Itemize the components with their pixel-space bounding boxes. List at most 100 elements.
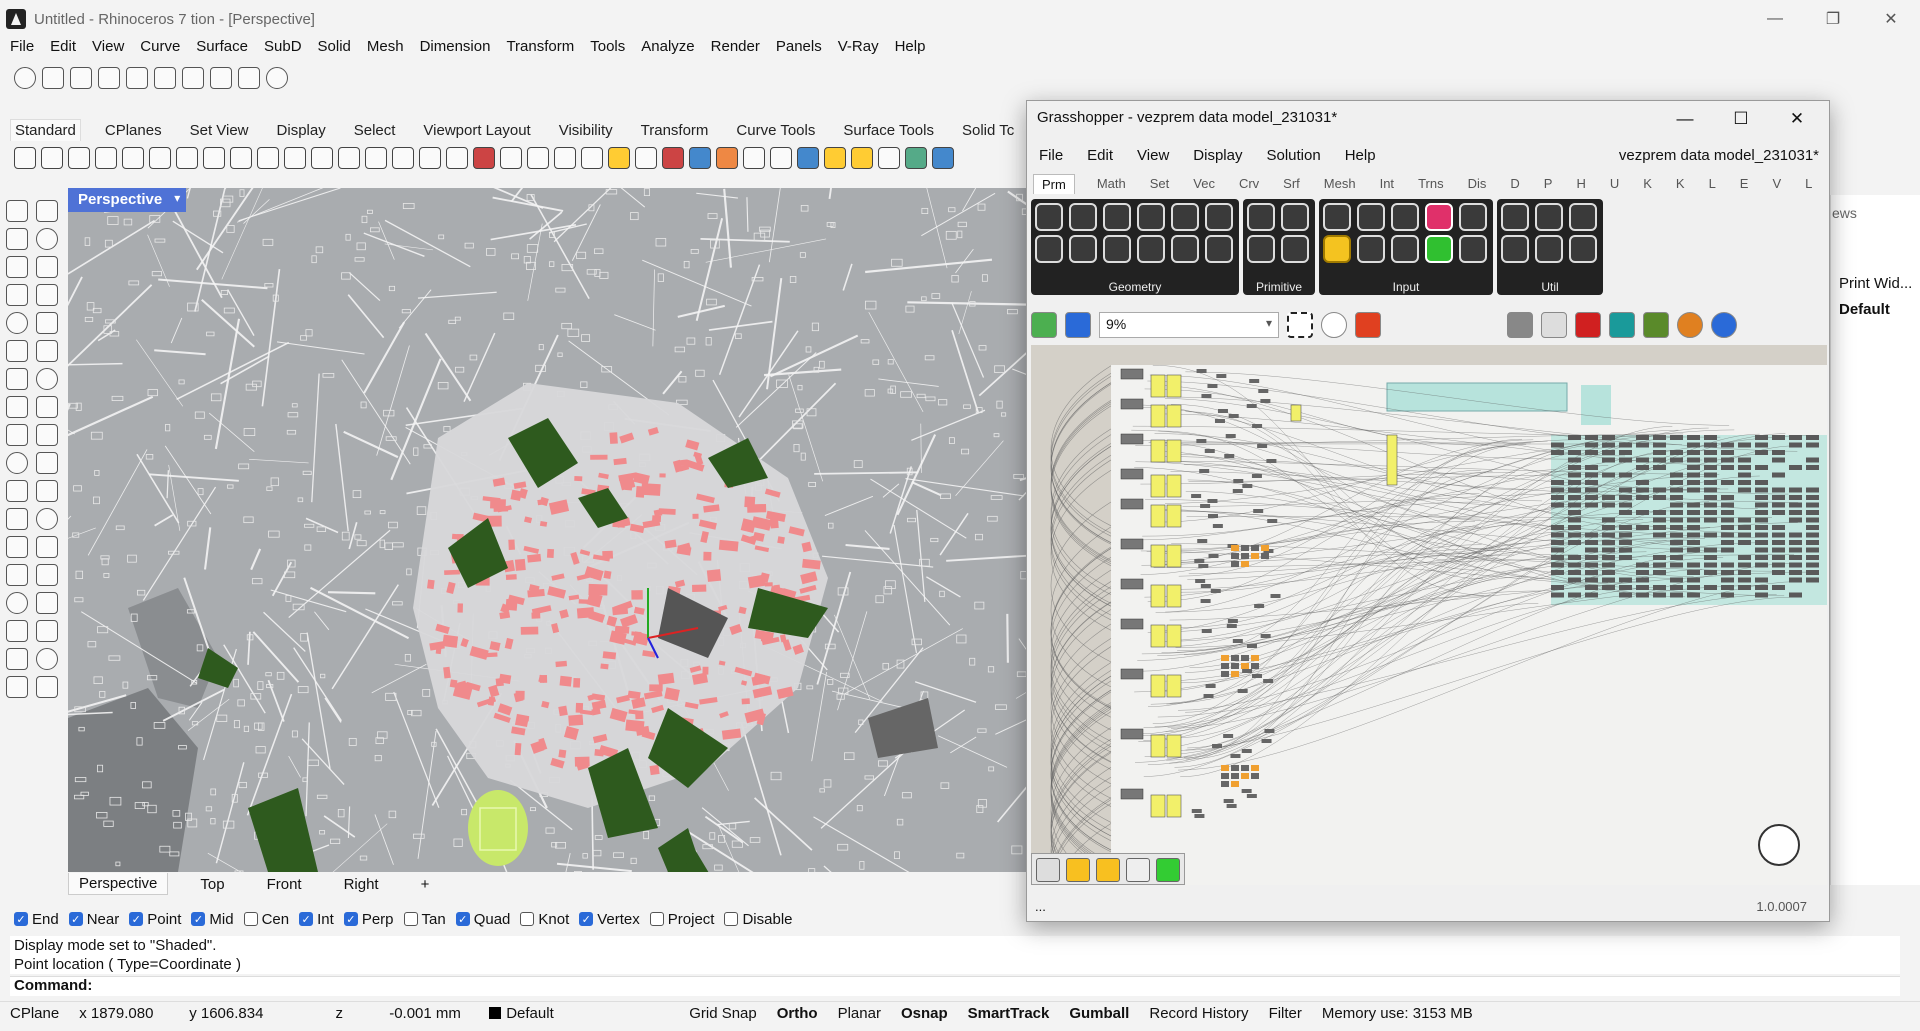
- standard-tool-icon[interactable]: [635, 147, 657, 169]
- standard-tool-icon[interactable]: [446, 147, 468, 169]
- gh-component-icon[interactable]: [1069, 235, 1097, 263]
- osnap-toggle-icon[interactable]: [14, 67, 36, 89]
- left-tool-icon[interactable]: [6, 256, 28, 278]
- gh-component-icon[interactable]: [1247, 203, 1275, 231]
- menu-subd[interactable]: SubD: [264, 38, 302, 55]
- toolbar-tab-visibility[interactable]: Visibility: [555, 120, 617, 141]
- status-toggle-planar[interactable]: Planar: [828, 1005, 891, 1022]
- left-tool-icon[interactable]: [36, 256, 58, 278]
- menu-edit[interactable]: Edit: [50, 38, 76, 55]
- standard-tool-icon[interactable]: [878, 147, 900, 169]
- gh-component-icon[interactable]: [1425, 203, 1453, 231]
- osnap-knot[interactable]: Knot: [520, 911, 569, 928]
- material-icon[interactable]: [1677, 312, 1703, 338]
- gh-tab-d[interactable]: D: [1508, 174, 1521, 194]
- standard-tool-icon[interactable]: [41, 147, 63, 169]
- standard-tool-icon[interactable]: [662, 147, 684, 169]
- viewport-tab-perspective[interactable]: Perspective: [68, 873, 169, 895]
- selected-only-icon[interactable]: [1609, 312, 1635, 338]
- osnap-checkbox[interactable]: ✓: [343, 912, 358, 926]
- open-file-icon[interactable]: [1031, 312, 1057, 338]
- standard-tool-icon[interactable]: [257, 147, 279, 169]
- osnap-checkbox[interactable]: [520, 912, 535, 926]
- standard-tool-icon[interactable]: [905, 147, 927, 169]
- standard-tool-icon[interactable]: [932, 147, 954, 169]
- add-viewport-tab-button[interactable]: +: [411, 874, 440, 895]
- viewport-tab-top[interactable]: Top: [190, 874, 234, 895]
- viewport-label[interactable]: Perspective: [68, 188, 187, 212]
- standard-tool-icon[interactable]: [770, 147, 792, 169]
- collapse-icon[interactable]: [1126, 858, 1150, 882]
- left-tool-icon[interactable]: [6, 536, 28, 558]
- left-tool-icon[interactable]: [6, 368, 28, 390]
- osnap-checkbox[interactable]: [724, 912, 739, 926]
- left-tool-icon[interactable]: [36, 228, 58, 250]
- close-button[interactable]: ✕: [1862, 0, 1920, 38]
- gh-tab-e[interactable]: E: [1738, 174, 1751, 194]
- minimize-button[interactable]: —: [1746, 0, 1804, 38]
- gh-document-name[interactable]: vezprem data model_231031*: [1619, 147, 1819, 164]
- gh-menu-display[interactable]: Display: [1193, 147, 1242, 164]
- gh-component-icon[interactable]: [1535, 203, 1563, 231]
- osnap-checkbox[interactable]: ✓: [455, 912, 470, 926]
- gh-tab-dis[interactable]: Dis: [1466, 174, 1489, 194]
- gh-tab-math[interactable]: Math: [1095, 174, 1128, 194]
- left-tool-icon[interactable]: [36, 508, 58, 530]
- standard-tool-icon[interactable]: [176, 147, 198, 169]
- left-tool-icon[interactable]: [6, 200, 28, 222]
- gh-component-icon[interactable]: [1035, 203, 1063, 231]
- standard-tool-icon[interactable]: [581, 147, 603, 169]
- toolbar-tab-select[interactable]: Select: [350, 120, 400, 141]
- gh-component-icon[interactable]: [1459, 203, 1487, 231]
- cplane-label[interactable]: CPlane: [0, 1005, 69, 1022]
- gh-tab-srf[interactable]: Srf: [1281, 174, 1302, 194]
- status-toggle-osnap[interactable]: Osnap: [891, 1005, 958, 1022]
- gh-component-icon[interactable]: [1069, 203, 1097, 231]
- mesh-quality-icon[interactable]: [1643, 312, 1669, 338]
- left-tool-icon[interactable]: [6, 312, 28, 334]
- standard-tool-icon[interactable]: [473, 147, 495, 169]
- gh-component-icon[interactable]: [1323, 203, 1351, 231]
- brush-icon[interactable]: [210, 67, 232, 89]
- gh-component-icon[interactable]: [1281, 235, 1309, 263]
- gh-tab-k[interactable]: K: [1674, 174, 1687, 194]
- status-toggle-smarttrack[interactable]: SmartTrack: [958, 1005, 1060, 1022]
- left-tool-icon[interactable]: [6, 396, 28, 418]
- gh-component-icon[interactable]: [1137, 235, 1165, 263]
- standard-tool-icon[interactable]: [122, 147, 144, 169]
- standard-tool-icon[interactable]: [311, 147, 333, 169]
- left-tool-icon[interactable]: [6, 340, 28, 362]
- left-tool-icon[interactable]: [36, 284, 58, 306]
- status-toggle-filter[interactable]: Filter: [1259, 1005, 1312, 1022]
- toolbar-tab-transform[interactable]: Transform: [637, 120, 713, 141]
- wire-tool-icon[interactable]: [1066, 858, 1090, 882]
- left-tool-icon[interactable]: [36, 396, 58, 418]
- gh-tab-vec[interactable]: Vec: [1191, 174, 1217, 194]
- gh-component-icon[interactable]: [1103, 203, 1131, 231]
- left-tool-icon[interactable]: [36, 368, 58, 390]
- left-tool-icon[interactable]: [6, 508, 28, 530]
- viewport-tab-right[interactable]: Right: [334, 874, 389, 895]
- osnap-int[interactable]: ✓ Int: [299, 911, 334, 928]
- gh-maximize-button[interactable]: ☐: [1713, 101, 1769, 137]
- gh-canvas[interactable]: [1031, 345, 1827, 885]
- gh-tab-mesh[interactable]: Mesh: [1322, 174, 1358, 194]
- menu-surface[interactable]: Surface: [196, 38, 248, 55]
- status-toggle-gumball[interactable]: Gumball: [1059, 1005, 1139, 1022]
- properties-icon[interactable]: [98, 67, 120, 89]
- left-tool-icon[interactable]: [6, 480, 28, 502]
- gh-tab-trns[interactable]: Trns: [1416, 174, 1446, 194]
- toolbar-tab-viewport-layout[interactable]: Viewport Layout: [419, 120, 534, 141]
- gh-tab-v[interactable]: V: [1770, 174, 1783, 194]
- toolbar-tab-display[interactable]: Display: [273, 120, 330, 141]
- menu-help[interactable]: Help: [895, 38, 926, 55]
- bake-tool-icon[interactable]: [1096, 858, 1120, 882]
- standard-tool-icon[interactable]: [230, 147, 252, 169]
- status-toggle-record-history[interactable]: Record History: [1139, 1005, 1258, 1022]
- gh-menu-help[interactable]: Help: [1345, 147, 1376, 164]
- left-tool-icon[interactable]: [6, 424, 28, 446]
- gh-tab-int[interactable]: Int: [1378, 174, 1396, 194]
- status-toggle-ortho[interactable]: Ortho: [767, 1005, 828, 1022]
- menu-dimension[interactable]: Dimension: [420, 38, 491, 55]
- gh-component-icon[interactable]: [1425, 235, 1453, 263]
